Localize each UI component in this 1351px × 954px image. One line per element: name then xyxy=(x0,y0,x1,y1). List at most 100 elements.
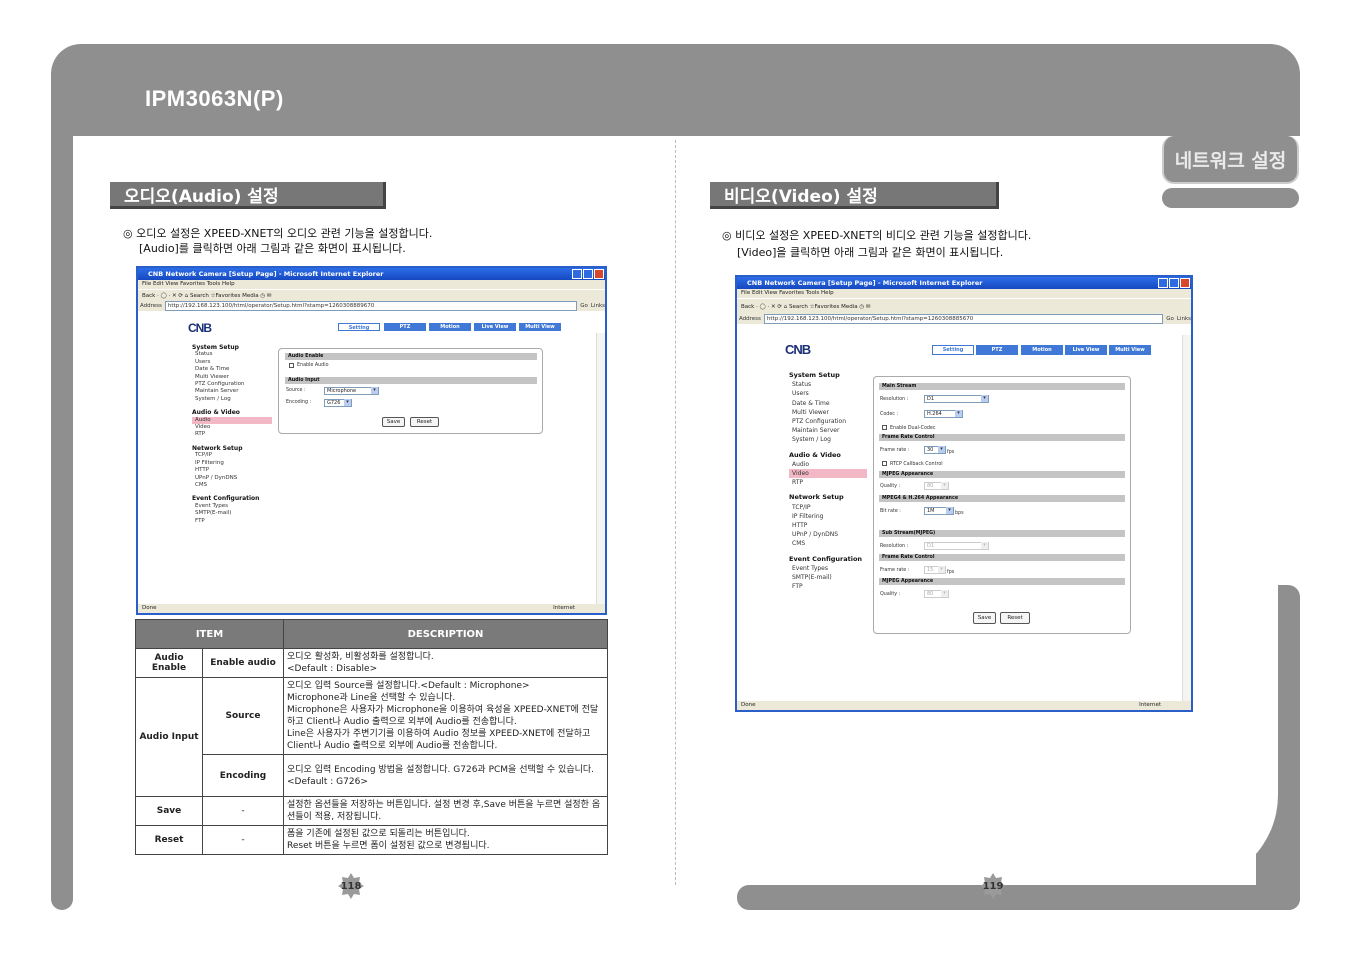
menu-item-event-types[interactable]: Event Types xyxy=(789,564,867,573)
menu-item-status[interactable]: Status xyxy=(789,380,867,389)
page-title: IPM3063N(P) xyxy=(145,86,284,111)
nav-ptz[interactable]: PTZ xyxy=(384,323,426,331)
menu-item-rtp[interactable]: RTP xyxy=(192,431,272,438)
save-button[interactable]: Save xyxy=(382,417,405,427)
sub-fps-unit: fps xyxy=(947,570,955,575)
save-button[interactable]: Save xyxy=(973,612,996,624)
browser-address-bar: Address http://192.168.123.100/html/opera… xyxy=(737,314,1191,324)
section-title-audio: 오디오(Audio) 설정 xyxy=(110,182,386,209)
reset-button[interactable]: Reset xyxy=(410,417,439,427)
audio-settings-panel: Audio Enable Enable Audio Audio Input So… xyxy=(278,348,543,434)
go-button[interactable]: Go xyxy=(1166,314,1174,324)
browser-toolbar[interactable]: Back · ◯ · ✕ ⟳ ⌂ Search ☆Favorites Media… xyxy=(138,289,605,301)
scrollbar[interactable] xyxy=(1182,335,1191,701)
menu-item-smtp[interactable]: SMTP(E-mail) xyxy=(789,573,867,582)
mjpeg-appearance-header: MJPEG Appearance xyxy=(879,471,1125,478)
menu-item-video[interactable]: Video xyxy=(789,469,867,479)
rtcp-label: RTCP Callback Control xyxy=(890,462,943,467)
menu-item-ip-filtering[interactable]: IP Filtering xyxy=(789,512,867,521)
menu-item-audio[interactable]: Audio xyxy=(192,416,272,425)
menu-item-http[interactable]: HTTP xyxy=(789,521,867,530)
quality-label: Quality : xyxy=(880,484,901,489)
menu-item-ftp[interactable]: FTP xyxy=(789,582,867,591)
menu-item-cms[interactable]: CMS xyxy=(192,482,272,489)
row-encoding: Encoding xyxy=(202,754,284,797)
sub-quality-select[interactable]: 80 xyxy=(924,590,949,598)
browser-menu-bar[interactable]: File Edit View Favorites Tools Help xyxy=(737,289,1191,298)
intro-audio-line1: ◎ 오디오 설정은 XPEED-XNET의 오디오 관련 기능을 설정합니다. xyxy=(123,227,433,240)
dual-codec-checkbox[interactable] xyxy=(882,425,887,430)
frame-rate-select[interactable]: 30 xyxy=(924,446,946,454)
scrollbar[interactable] xyxy=(596,333,605,604)
page-frame-left xyxy=(51,130,73,910)
setup-menu: System Setup Status Users Date & Time Mu… xyxy=(789,365,867,591)
reset-button[interactable]: Reset xyxy=(1000,612,1030,624)
menu-item-maintain-server[interactable]: Maintain Server xyxy=(789,426,867,435)
menu-heading-audio-video: Audio & Video xyxy=(192,409,240,417)
menu-item-ftp[interactable]: FTP xyxy=(192,518,272,525)
sub-stream-header: Sub Stream(MJPEG) xyxy=(879,530,1125,537)
encoding-select[interactable]: G726 xyxy=(324,399,352,407)
minimize-icon[interactable] xyxy=(1158,278,1168,288)
nav-multi-view[interactable]: Multi View xyxy=(519,323,561,331)
menu-item-users[interactable]: Users xyxy=(192,359,272,366)
codec-select[interactable]: H.264 xyxy=(924,410,963,418)
rtcp-checkbox[interactable] xyxy=(882,461,887,466)
source-select[interactable]: Microphone xyxy=(324,387,379,395)
chapter-tab: 네트워크 설정 xyxy=(1162,136,1299,184)
menu-item-smtp[interactable]: SMTP(E-mail) xyxy=(192,510,272,517)
address-input[interactable]: http://192.168.123.100/html/operator/Set… xyxy=(164,301,578,311)
enable-audio-checkbox[interactable] xyxy=(289,363,294,368)
nav-motion[interactable]: Motion xyxy=(1021,345,1063,355)
bitrate-select[interactable]: 1M xyxy=(924,507,954,515)
quality-select[interactable]: 80 xyxy=(924,482,949,490)
sub-resolution-label: Resolution : xyxy=(880,544,909,549)
go-button[interactable]: Go xyxy=(580,301,588,311)
nav-multi-view[interactable]: Multi View xyxy=(1109,345,1151,355)
menu-item-cms[interactable]: CMS xyxy=(789,539,867,548)
nav-live-view[interactable]: Live View xyxy=(474,323,516,331)
menu-item-audio[interactable]: Audio xyxy=(789,460,867,469)
menu-item-users[interactable]: Users xyxy=(789,389,867,398)
menu-item-system-log[interactable]: System / Log xyxy=(789,435,867,444)
menu-item-multi-viewer[interactable]: Multi Viewer xyxy=(192,374,272,381)
minimize-icon[interactable] xyxy=(572,269,582,279)
nav-setting[interactable]: Setting xyxy=(338,323,380,331)
browser-menu-bar[interactable]: File Edit View Favorites Tools Help xyxy=(138,280,605,289)
sub-resolution-select[interactable]: D1 xyxy=(924,542,989,550)
dual-codec-label: Enable Dual-Codec xyxy=(890,426,936,431)
nav-motion[interactable]: Motion xyxy=(429,323,471,331)
menu-item-status[interactable]: Status xyxy=(192,351,272,358)
resolution-select[interactable]: D1 xyxy=(924,395,989,403)
nav-live-view[interactable]: Live View xyxy=(1065,345,1107,355)
nav-ptz[interactable]: PTZ xyxy=(976,345,1018,355)
menu-item-system-log[interactable]: System / Log xyxy=(192,396,272,403)
menu-item-date-time[interactable]: Date & Time xyxy=(789,399,867,408)
menu-item-tcpip[interactable]: TCP/IP xyxy=(789,503,867,512)
menu-item-upnp[interactable]: UPnP / DynDNS xyxy=(192,475,272,482)
menu-item-video[interactable]: Video xyxy=(192,424,272,431)
maximize-icon[interactable] xyxy=(583,269,593,279)
address-input[interactable]: http://192.168.123.100/html/operator/Set… xyxy=(763,314,1164,324)
browser-toolbar[interactable]: Back · ◯ · ✕ ⟳ ⌂ Search ☆Favorites Media… xyxy=(737,298,1191,314)
menu-item-maintain-server[interactable]: Maintain Server xyxy=(192,388,272,395)
maximize-icon[interactable] xyxy=(1169,278,1179,288)
menu-item-tcpip[interactable]: TCP/IP xyxy=(192,452,272,459)
close-icon[interactable] xyxy=(594,269,604,279)
sub-frame-rate-select[interactable]: 15 xyxy=(924,566,946,574)
nav-setting[interactable]: Setting xyxy=(932,345,974,355)
menu-item-http[interactable]: HTTP xyxy=(192,467,272,474)
browser-window-audio: CNB Network Camera [Setup Page] - Micros… xyxy=(136,266,607,615)
menu-item-event-types[interactable]: Event Types xyxy=(192,503,272,510)
page-frame-bottom xyxy=(737,885,1300,910)
menu-item-multi-viewer[interactable]: Multi Viewer xyxy=(789,408,867,417)
page-number-right: 119 xyxy=(980,873,1006,899)
menu-item-ptz-config[interactable]: PTZ Configuration xyxy=(192,381,272,388)
menu-item-ptz-config[interactable]: PTZ Configuration xyxy=(789,417,867,426)
close-icon[interactable] xyxy=(1180,278,1190,288)
row-reset: Reset xyxy=(135,825,203,855)
menu-item-rtp[interactable]: RTP xyxy=(789,478,867,487)
menu-item-ip-filtering[interactable]: IP Filtering xyxy=(192,460,272,467)
menu-item-date-time[interactable]: Date & Time xyxy=(192,366,272,373)
menu-item-upnp[interactable]: UPnP / DynDNS xyxy=(789,530,867,539)
